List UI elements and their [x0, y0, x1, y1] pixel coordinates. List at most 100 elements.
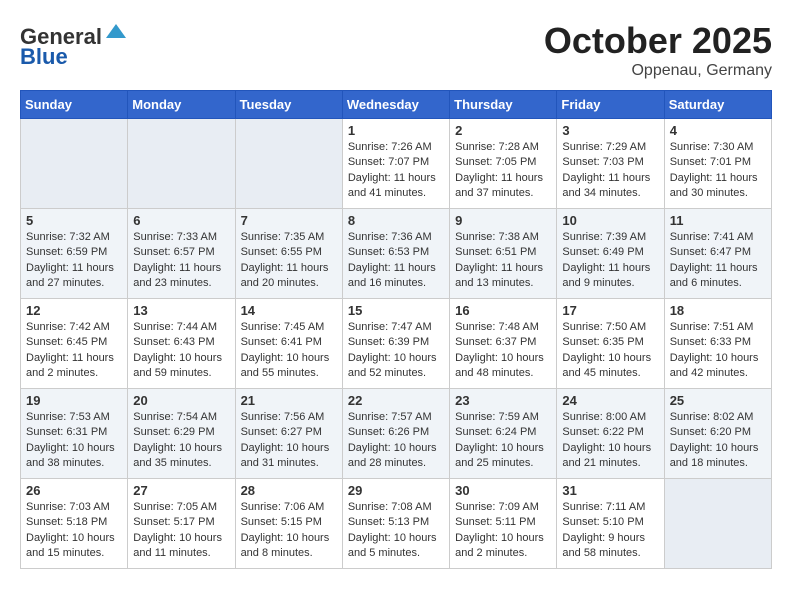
- calendar-cell: 27Sunrise: 7:05 AM Sunset: 5:17 PM Dayli…: [128, 479, 235, 569]
- day-info: Sunrise: 7:11 AM Sunset: 5:10 PM Dayligh…: [562, 500, 658, 562]
- day-info: Sunrise: 7:44 AM Sunset: 6:43 PM Dayligh…: [133, 320, 229, 382]
- day-number: 13: [133, 303, 229, 318]
- calendar-cell: 23 Sunrise: 7:59 AM Sunset: 6:24 PM Dayli…: [450, 389, 557, 479]
- calendar-table: SundayMondayTuesdayWednesdayThursdayFrid…: [20, 90, 772, 569]
- calendar-cell: 10 Sunrise: 7:39 AM Sunset: 6:49 PM Dayli…: [557, 209, 664, 299]
- day-info: Sunrise: 7:57 AM Sunset: 6:26 PM Dayligh…: [348, 410, 444, 472]
- calendar-cell: [235, 119, 342, 209]
- day-number: 6: [133, 213, 229, 228]
- day-number: 3: [562, 123, 658, 138]
- title-block: October 2025 Oppenau, Germany: [544, 20, 772, 80]
- calendar-cell: 5 Sunrise: 7:32 AM Sunset: 6:59 PM Daylig…: [21, 209, 128, 299]
- day-number: 23: [455, 393, 551, 408]
- day-info: Sunrise: 7:08 AM Sunset: 5:13 PM Dayligh…: [348, 500, 444, 562]
- weekday-header-monday: Monday: [128, 91, 235, 119]
- day-number: 31: [562, 483, 658, 498]
- day-number: 27: [133, 483, 229, 498]
- day-info: Sunrise: 8:02 AM Sunset: 6:20 PM Dayligh…: [670, 410, 766, 472]
- day-info: Sunrise: 7:28 AM Sunset: 7:05 PM Dayligh…: [455, 140, 551, 202]
- day-info: Sunrise: 7:53 AM Sunset: 6:31 PM Dayligh…: [26, 410, 122, 472]
- month-title: October 2025: [544, 20, 772, 62]
- day-info: Sunrise: 7:06 AM Sunset: 5:15 PM Dayligh…: [241, 500, 337, 562]
- calendar-cell: 25 Sunrise: 8:02 AM Sunset: 6:20 PM Dayli…: [664, 389, 771, 479]
- day-info: Sunrise: 7:29 AM Sunset: 7:03 PM Dayligh…: [562, 140, 658, 202]
- day-info: Sunrise: 7:50 AM Sunset: 6:35 PM Dayligh…: [562, 320, 658, 382]
- day-info: Sunrise: 7:39 AM Sunset: 6:49 PM Dayligh…: [562, 230, 658, 292]
- calendar-cell: 26Sunrise: 7:03 AM Sunset: 5:18 PM Dayli…: [21, 479, 128, 569]
- day-info: Sunrise: 7:59 AM Sunset: 6:24 PM Dayligh…: [455, 410, 551, 472]
- calendar-cell: [21, 119, 128, 209]
- day-number: 29: [348, 483, 444, 498]
- calendar-cell: 15 Sunrise: 7:47 AM Sunset: 6:39 PM Dayli…: [342, 299, 449, 389]
- calendar-cell: 28Sunrise: 7:06 AM Sunset: 5:15 PM Dayli…: [235, 479, 342, 569]
- calendar-week-2: 5 Sunrise: 7:32 AM Sunset: 6:59 PM Daylig…: [21, 209, 772, 299]
- location: Oppenau, Germany: [544, 62, 772, 80]
- calendar-cell: 16Sunrise: 7:48 AM Sunset: 6:37 PM Dayli…: [450, 299, 557, 389]
- calendar-cell: 19 Sunrise: 7:53 AM Sunset: 6:31 PM Dayli…: [21, 389, 128, 479]
- day-info: Sunrise: 7:38 AM Sunset: 6:51 PM Dayligh…: [455, 230, 551, 292]
- logo-blue: Blue: [20, 44, 68, 69]
- day-info: Sunrise: 7:09 AM Sunset: 5:11 PM Dayligh…: [455, 500, 551, 562]
- calendar-week-5: 26Sunrise: 7:03 AM Sunset: 5:18 PM Dayli…: [21, 479, 772, 569]
- weekday-header-thursday: Thursday: [450, 91, 557, 119]
- day-info: Sunrise: 8:00 AM Sunset: 6:22 PM Dayligh…: [562, 410, 658, 472]
- calendar-cell: 14 Sunrise: 7:45 AM Sunset: 6:41 PM Dayli…: [235, 299, 342, 389]
- day-info: Sunrise: 7:41 AM Sunset: 6:47 PM Dayligh…: [670, 230, 766, 292]
- day-number: 14: [241, 303, 337, 318]
- calendar-cell: 22Sunrise: 7:57 AM Sunset: 6:26 PM Dayli…: [342, 389, 449, 479]
- calendar-cell: 17 Sunrise: 7:50 AM Sunset: 6:35 PM Dayli…: [557, 299, 664, 389]
- day-number: 20: [133, 393, 229, 408]
- day-info: Sunrise: 7:26 AM Sunset: 7:07 PM Dayligh…: [348, 140, 444, 202]
- day-number: 5: [26, 213, 122, 228]
- day-number: 8: [348, 213, 444, 228]
- day-number: 15: [348, 303, 444, 318]
- day-info: Sunrise: 7:45 AM Sunset: 6:41 PM Dayligh…: [241, 320, 337, 382]
- day-info: Sunrise: 7:48 AM Sunset: 6:37 PM Dayligh…: [455, 320, 551, 382]
- day-number: 21: [241, 393, 337, 408]
- logo: General Blue: [20, 20, 128, 69]
- day-info: Sunrise: 7:32 AM Sunset: 6:59 PM Dayligh…: [26, 230, 122, 292]
- day-number: 12: [26, 303, 122, 318]
- calendar-cell: 8Sunrise: 7:36 AM Sunset: 6:53 PM Daylig…: [342, 209, 449, 299]
- day-info: Sunrise: 7:30 AM Sunset: 7:01 PM Dayligh…: [670, 140, 766, 202]
- page-header: General Blue October 2025 Oppenau, Germa…: [20, 20, 772, 80]
- day-info: Sunrise: 7:54 AM Sunset: 6:29 PM Dayligh…: [133, 410, 229, 472]
- calendar-week-1: 1Sunrise: 7:26 AM Sunset: 7:07 PM Daylig…: [21, 119, 772, 209]
- day-number: 25: [670, 393, 766, 408]
- weekday-header-friday: Friday: [557, 91, 664, 119]
- day-info: Sunrise: 7:33 AM Sunset: 6:57 PM Dayligh…: [133, 230, 229, 292]
- day-number: 2: [455, 123, 551, 138]
- day-number: 24: [562, 393, 658, 408]
- calendar-cell: 11Sunrise: 7:41 AM Sunset: 6:47 PM Dayli…: [664, 209, 771, 299]
- day-number: 9: [455, 213, 551, 228]
- day-number: 18: [670, 303, 766, 318]
- calendar-cell: 4 Sunrise: 7:30 AM Sunset: 7:01 PM Daylig…: [664, 119, 771, 209]
- calendar-cell: [664, 479, 771, 569]
- calendar-cell: [128, 119, 235, 209]
- calendar-week-4: 19 Sunrise: 7:53 AM Sunset: 6:31 PM Dayli…: [21, 389, 772, 479]
- calendar-cell: 30 Sunrise: 7:09 AM Sunset: 5:11 PM Dayli…: [450, 479, 557, 569]
- calendar-cell: 7Sunrise: 7:35 AM Sunset: 6:55 PM Daylig…: [235, 209, 342, 299]
- day-number: 30: [455, 483, 551, 498]
- day-number: 4: [670, 123, 766, 138]
- day-number: 17: [562, 303, 658, 318]
- day-number: 19: [26, 393, 122, 408]
- day-info: Sunrise: 7:42 AM Sunset: 6:45 PM Dayligh…: [26, 320, 122, 382]
- calendar-cell: 2 Sunrise: 7:28 AM Sunset: 7:05 PM Daylig…: [450, 119, 557, 209]
- weekday-header-sunday: Sunday: [21, 91, 128, 119]
- day-info: Sunrise: 7:03 AM Sunset: 5:18 PM Dayligh…: [26, 500, 122, 562]
- weekday-header-row: SundayMondayTuesdayWednesdayThursdayFrid…: [21, 91, 772, 119]
- calendar-cell: 20 Sunrise: 7:54 AM Sunset: 6:29 PM Dayli…: [128, 389, 235, 479]
- weekday-header-saturday: Saturday: [664, 91, 771, 119]
- weekday-header-tuesday: Tuesday: [235, 91, 342, 119]
- calendar-cell: 31 Sunrise: 7:11 AM Sunset: 5:10 PM Dayli…: [557, 479, 664, 569]
- calendar-week-3: 12 Sunrise: 7:42 AM Sunset: 6:45 PM Dayli…: [21, 299, 772, 389]
- day-info: Sunrise: 7:35 AM Sunset: 6:55 PM Dayligh…: [241, 230, 337, 292]
- day-number: 10: [562, 213, 658, 228]
- calendar-cell: 1Sunrise: 7:26 AM Sunset: 7:07 PM Daylig…: [342, 119, 449, 209]
- calendar-cell: 9 Sunrise: 7:38 AM Sunset: 6:51 PM Daylig…: [450, 209, 557, 299]
- day-info: Sunrise: 7:47 AM Sunset: 6:39 PM Dayligh…: [348, 320, 444, 382]
- calendar-cell: 21Sunrise: 7:56 AM Sunset: 6:27 PM Dayli…: [235, 389, 342, 479]
- calendar-cell: 24 Sunrise: 8:00 AM Sunset: 6:22 PM Dayli…: [557, 389, 664, 479]
- calendar-cell: 18Sunrise: 7:51 AM Sunset: 6:33 PM Dayli…: [664, 299, 771, 389]
